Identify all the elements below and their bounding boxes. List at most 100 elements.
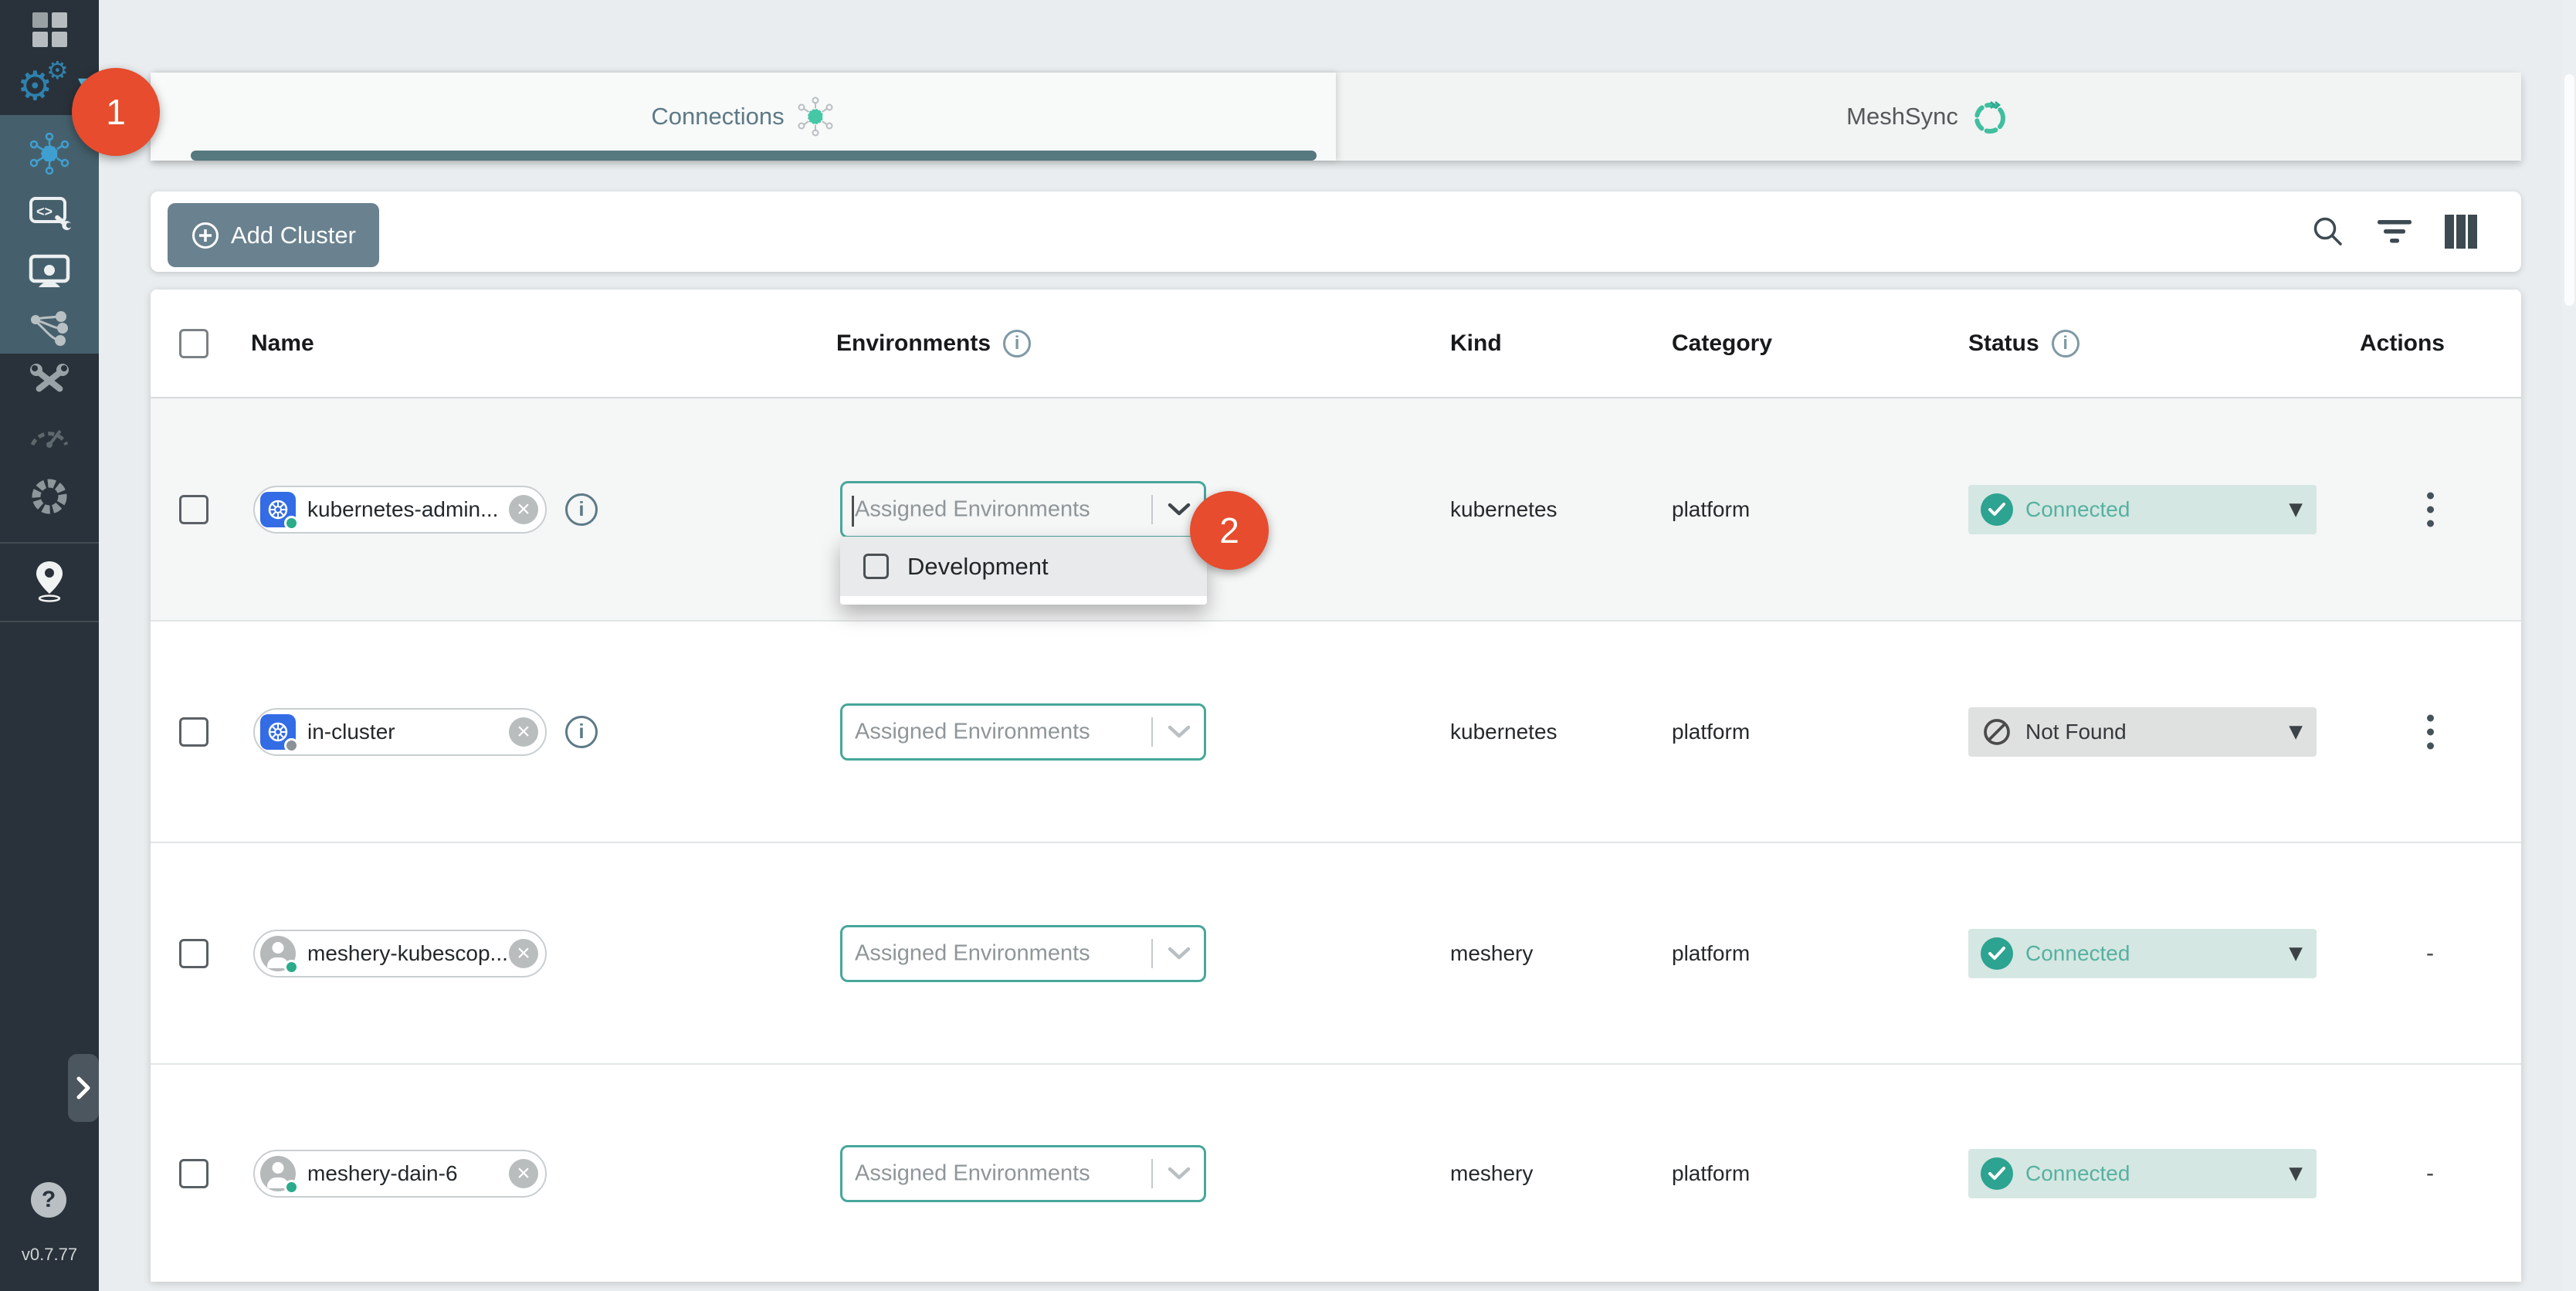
status-label: Not Found — [2025, 720, 2127, 744]
tab-meshsync[interactable]: MeshSync — [1336, 73, 2521, 161]
status-select-connected[interactable]: Connected ▼ — [1968, 929, 2317, 978]
kubernetes-icon — [260, 492, 296, 527]
table-row: in-cluster × i Assigned Environments kub… — [151, 620, 2521, 842]
select-all-checkbox[interactable] — [179, 329, 208, 358]
status-select-connected[interactable]: Connected ▼ — [1968, 485, 2317, 534]
row-checkbox[interactable] — [179, 717, 208, 747]
code-adapter-icon: <> — [28, 194, 71, 231]
environment-option-checkbox[interactable] — [863, 554, 889, 579]
connection-name: kubernetes-admin... — [307, 497, 498, 522]
meshsync-spinner-icon — [1969, 96, 2011, 137]
page-scrollbar[interactable] — [2562, 0, 2576, 1291]
status-select-connected[interactable]: Connected ▼ — [1968, 1149, 2317, 1198]
sidebar-expand-toggle[interactable] — [68, 1054, 99, 1122]
connection-status-dot — [284, 1180, 299, 1194]
meshery-connections-page: ⚙⚙▾ — [0, 0, 2576, 1291]
sidebar-item-toolbox[interactable] — [0, 351, 99, 409]
status-label: Connected — [2025, 941, 2130, 966]
gears-icon: ⚙⚙▾ — [17, 62, 82, 105]
environments-dropdown-menu: Development — [840, 537, 1207, 605]
sidebar-item-extensions[interactable] — [0, 467, 99, 526]
caret-down-icon: ▼ — [2289, 1164, 2303, 1184]
status-header-label: Status — [1968, 330, 2039, 357]
row-checkbox[interactable] — [179, 939, 208, 968]
environments-select[interactable]: Assigned Environments — [840, 703, 1206, 761]
environments-placeholder: Assigned Environments — [855, 719, 1090, 744]
category-cell: platform — [1672, 1161, 1750, 1186]
connection-info-icon[interactable]: i — [565, 493, 598, 526]
connections-mesh-icon — [795, 97, 836, 137]
add-cluster-button[interactable]: Add Cluster — [168, 203, 379, 267]
meshery-ring-icon — [29, 476, 69, 517]
service-mesh-icon — [29, 309, 69, 347]
column-header-status[interactable]: Status i — [1968, 330, 2079, 357]
environment-option-development[interactable]: Development — [840, 537, 1207, 596]
sidebar-item-performance[interactable] — [0, 406, 99, 465]
tab-connections[interactable]: Connections — [151, 73, 1336, 161]
remove-connection-icon[interactable]: × — [509, 495, 538, 524]
row-checkbox[interactable] — [179, 495, 208, 524]
environments-select[interactable]: Assigned Environments — [840, 925, 1206, 982]
active-tab-indicator — [191, 151, 1317, 161]
version-label: v0.7.77 — [0, 1245, 99, 1265]
remove-connection-icon[interactable]: × — [509, 717, 538, 747]
kind-cell: meshery — [1450, 1161, 1533, 1186]
user-avatar-icon — [260, 936, 296, 971]
sidebar-item-get-started[interactable] — [0, 552, 99, 611]
caret-down-icon: ▼ — [2289, 722, 2303, 742]
chevron-down-icon[interactable] — [1167, 502, 1191, 517]
block-icon — [1981, 716, 2013, 748]
sidebar-item-adapters[interactable]: <> — [0, 183, 99, 242]
row-actions-menu-icon[interactable] — [2413, 714, 2447, 749]
chevron-down-icon[interactable] — [1167, 1166, 1191, 1181]
kubernetes-icon — [260, 714, 296, 750]
no-actions-label: - — [2413, 1161, 2447, 1187]
category-cell: platform — [1672, 497, 1750, 522]
connection-name-chip[interactable]: kubernetes-admin... × — [253, 486, 547, 534]
annotation-badge-1: 1 — [72, 68, 160, 156]
scrollbar-thumb[interactable] — [2564, 74, 2574, 306]
view-columns-icon[interactable] — [2443, 214, 2479, 249]
search-icon[interactable] — [2310, 214, 2346, 249]
tab-connections-label: Connections — [651, 103, 784, 130]
connection-info-icon[interactable]: i — [565, 716, 598, 748]
column-header-kind[interactable]: Kind — [1450, 330, 1502, 357]
kind-cell: kubernetes — [1450, 497, 1557, 522]
filter-icon[interactable] — [2377, 214, 2412, 249]
row-actions-menu-icon[interactable] — [2413, 492, 2447, 527]
environments-header-label: Environments — [836, 330, 991, 357]
environments-info-icon[interactable]: i — [1003, 330, 1031, 357]
column-header-category[interactable]: Category — [1672, 330, 1772, 357]
connection-name-chip[interactable]: meshery-kubescop... × — [253, 930, 547, 978]
screen-user-icon — [28, 253, 71, 289]
connection-name: in-cluster — [307, 720, 395, 744]
connection-status-dot — [284, 738, 299, 753]
table-row: meshery-dain-6 × Assigned Environments m… — [151, 1063, 2521, 1282]
help-icon[interactable]: ? — [31, 1182, 66, 1218]
column-header-environments[interactable]: Environments i — [836, 330, 1031, 357]
user-avatar-icon — [260, 1156, 296, 1191]
caret-down-icon: ▼ — [2289, 500, 2303, 520]
environments-select[interactable]: Assigned Environments — [840, 1145, 1206, 1202]
remove-connection-icon[interactable]: × — [509, 939, 538, 968]
environment-option-label: Development — [907, 553, 1049, 581]
chevron-down-icon[interactable] — [1167, 946, 1191, 961]
connection-name-chip[interactable]: meshery-dain-6 × — [253, 1150, 547, 1198]
connection-name-chip[interactable]: in-cluster × — [253, 708, 547, 756]
status-info-icon[interactable]: i — [2052, 330, 2079, 357]
chevron-down-icon[interactable] — [1167, 724, 1191, 740]
sidebar-item-workspace[interactable] — [0, 242, 99, 300]
row-checkbox[interactable] — [179, 1159, 208, 1188]
environments-select-open[interactable]: Assigned Environments — [840, 481, 1206, 538]
column-header-name[interactable]: Name — [251, 330, 314, 357]
table-header: Name Environments i Kind Category Status… — [151, 290, 2521, 398]
dashboard-icon[interactable] — [0, 0, 99, 59]
connection-status-dot — [284, 960, 299, 974]
table-row: meshery-kubescop... × Assigned Environme… — [151, 842, 2521, 1063]
status-select-notfound[interactable]: Not Found ▼ — [1968, 707, 2317, 757]
add-cluster-label: Add Cluster — [231, 222, 356, 249]
chevron-right-icon — [76, 1076, 91, 1100]
environments-placeholder: Assigned Environments — [855, 1161, 1090, 1186]
sidebar-item-service-mesh[interactable] — [0, 299, 99, 357]
remove-connection-icon[interactable]: × — [509, 1159, 538, 1188]
